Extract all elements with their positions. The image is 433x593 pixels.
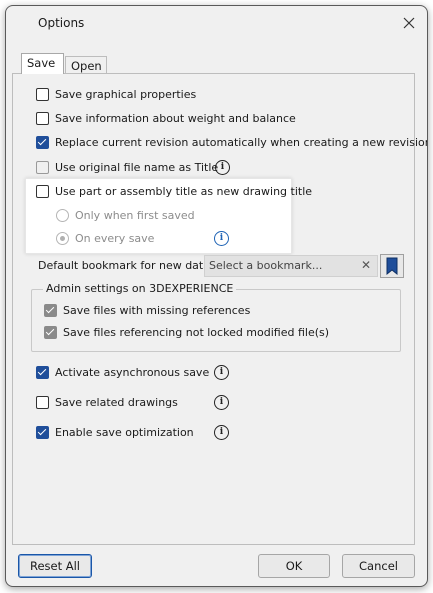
async-save-checkbox[interactable] [36, 365, 49, 379]
reset-all-button[interactable]: Reset All [18, 554, 92, 578]
tab-save-label: Save [27, 56, 56, 70]
only-first-saved-radio[interactable] [56, 208, 69, 222]
save-graphical-label: Save graphical properties [55, 87, 197, 101]
admin-settings-group [31, 289, 401, 352]
replace-revision-checkbox[interactable] [36, 135, 49, 149]
not-locked-label: Save files referencing not locked modifi… [63, 325, 330, 339]
original-filename-label: Use original file name as Title [55, 160, 219, 174]
missing-refs-checkbox[interactable] [44, 303, 57, 317]
related-drawings-checkbox[interactable] [36, 395, 49, 409]
save-optimization-checkbox[interactable] [36, 425, 49, 439]
bookmark-placeholder: Select a bookmark... [209, 259, 323, 272]
replace-revision-label: Replace current revision automatically w… [55, 135, 428, 149]
part-title-checkbox[interactable] [36, 184, 49, 198]
option-part-title[interactable]: Use part or assembly title as new drawin… [36, 182, 312, 200]
every-save-radio[interactable] [56, 231, 69, 245]
missing-refs-label: Save files with missing references [63, 303, 251, 317]
related-drawings-label: Save related drawings [55, 395, 178, 409]
info-icon[interactable]: i [214, 395, 229, 410]
cancel-button[interactable]: Cancel [342, 554, 415, 578]
info-icon[interactable]: i [214, 425, 229, 440]
option-async-save[interactable]: Activate asynchronous save [36, 363, 209, 381]
admin-settings-title: Admin settings on 3DEXPERIENCE [43, 282, 237, 295]
option-save-graphical[interactable]: Save graphical properties [36, 85, 196, 103]
part-title-label: Use part or assembly title as new drawin… [55, 184, 313, 198]
option-weight-balance[interactable]: Save information about weight and balanc… [36, 109, 296, 127]
options-dialog: Options Save Open Save graphical propert… [5, 5, 428, 587]
ok-button[interactable]: OK [258, 554, 330, 578]
save-graphical-checkbox[interactable] [36, 87, 49, 101]
option-only-first-saved[interactable]: Only when first saved [56, 206, 195, 224]
option-missing-refs[interactable]: Save files with missing references [44, 301, 250, 319]
title-bar: Options [6, 6, 427, 40]
every-save-label: On every save [75, 231, 155, 245]
close-icon[interactable] [399, 13, 419, 33]
option-save-optimization[interactable]: Enable save optimization [36, 423, 194, 441]
option-every-save[interactable]: On every save [56, 229, 154, 247]
info-icon[interactable]: i [214, 231, 229, 246]
clear-icon[interactable]: ✕ [356, 257, 376, 273]
dialog-title: Options [38, 16, 85, 30]
info-icon[interactable]: i [214, 365, 229, 380]
original-filename-checkbox[interactable] [36, 160, 49, 174]
bookmark-label: Default bookmark for new data: [38, 259, 214, 272]
option-not-locked[interactable]: Save files referencing not locked modifi… [44, 323, 329, 341]
tab-save[interactable]: Save [21, 53, 64, 74]
save-optimization-label: Enable save optimization [55, 425, 194, 439]
tab-open-label: Open [71, 59, 102, 73]
not-locked-checkbox[interactable] [44, 325, 57, 339]
only-first-saved-label: Only when first saved [75, 208, 195, 222]
option-original-filename[interactable]: Use original file name as Title [36, 158, 218, 176]
bookmark-button[interactable] [380, 254, 404, 278]
bookmark-icon [386, 257, 398, 276]
async-save-label: Activate asynchronous save [55, 365, 210, 379]
info-icon[interactable]: i [215, 160, 230, 175]
bookmark-field[interactable]: Select a bookmark... [204, 255, 378, 277]
weight-balance-checkbox[interactable] [36, 111, 49, 125]
option-related-drawings[interactable]: Save related drawings [36, 393, 178, 411]
option-replace-revision[interactable]: Replace current revision automatically w… [36, 133, 428, 151]
weight-balance-label: Save information about weight and balanc… [55, 111, 296, 125]
